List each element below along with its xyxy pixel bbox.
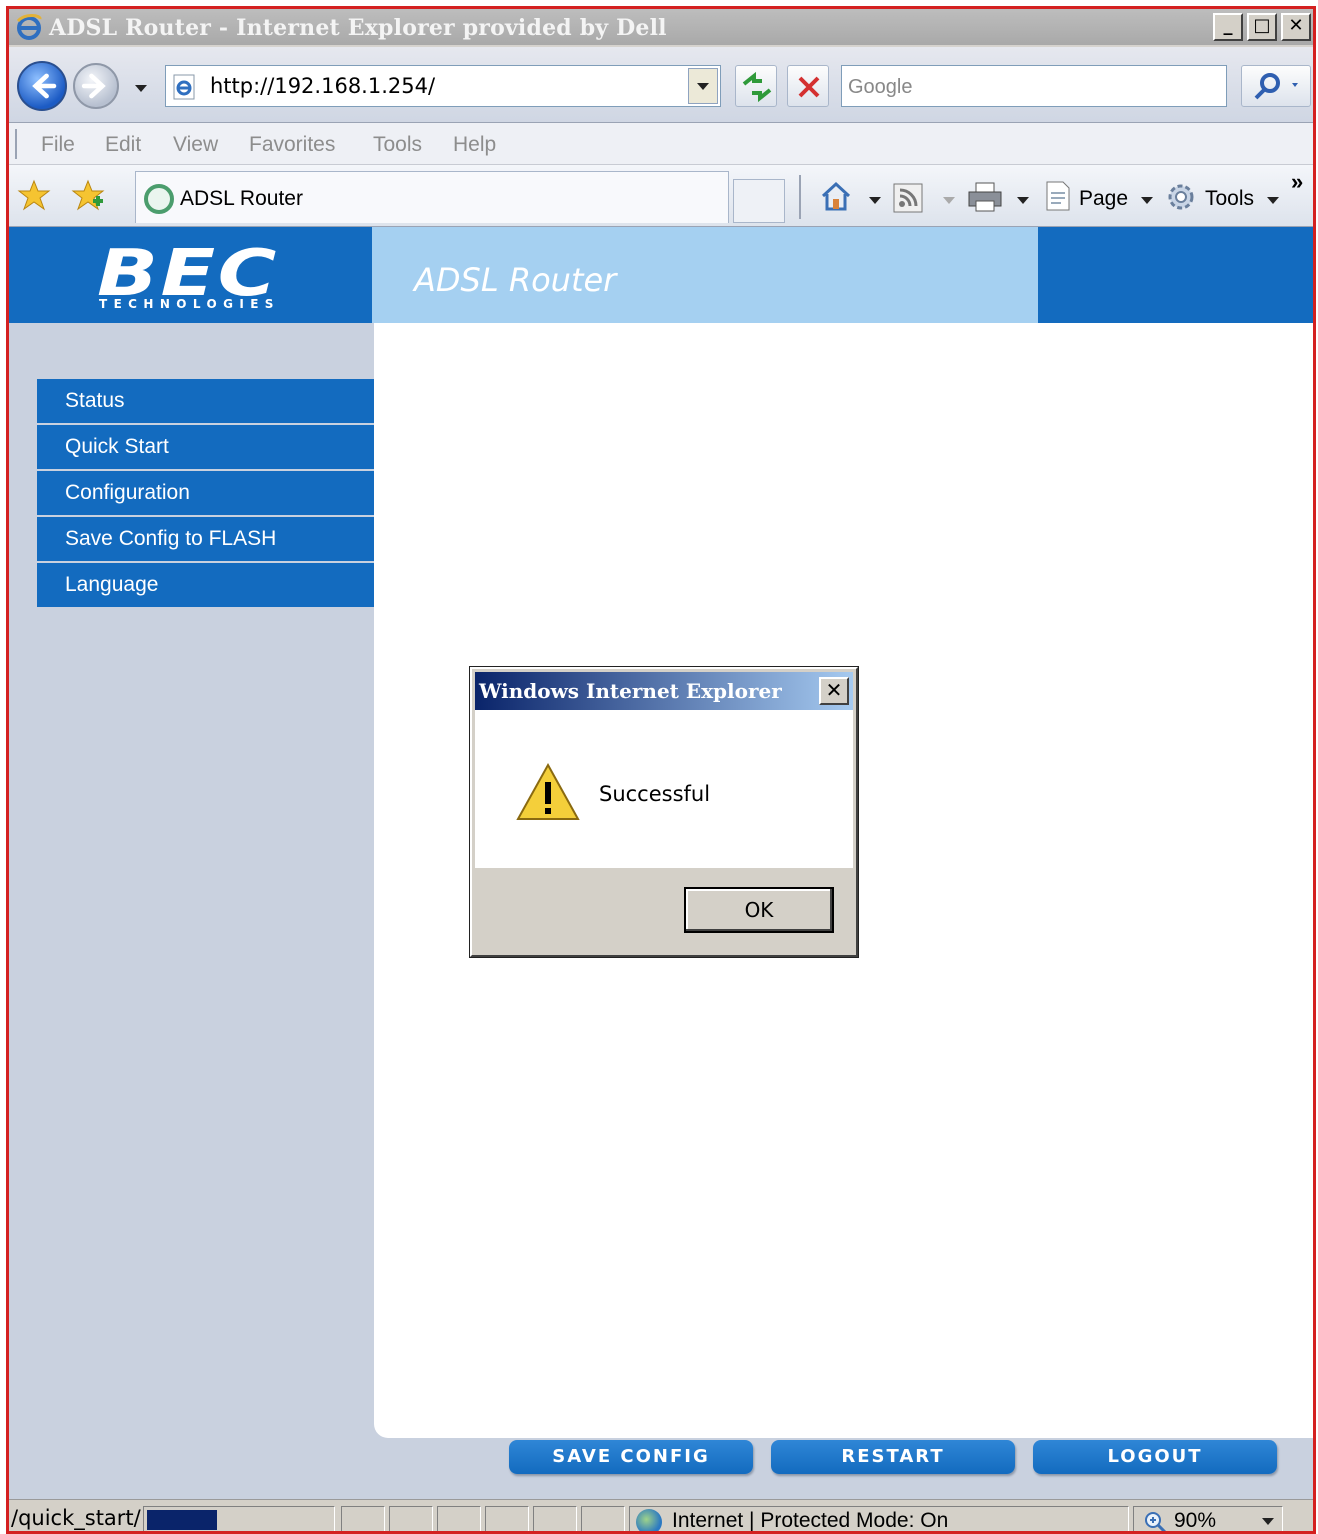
dialog-title: Windows Internet Explorer [479, 679, 782, 703]
sidebar-item-save-config[interactable]: Save Config to FLASH [37, 517, 374, 561]
browser-window: ADSL Router - Internet Explorer provided… [6, 6, 1316, 1534]
alert-dialog: Windows Internet Explorer ✕ Successful O… [469, 666, 859, 958]
zoom-control[interactable]: 90% [1133, 1506, 1283, 1532]
restart-button[interactable]: RESTART [771, 1440, 1015, 1474]
forward-arrow-icon [81, 73, 106, 99]
print-icon[interactable] [967, 181, 1003, 213]
status-bar: /quick_start/ Internet | Protected Mode:… [9, 1499, 1313, 1532]
home-icon[interactable] [819, 179, 853, 213]
dialog-body: Successful [475, 710, 853, 868]
page-title: ADSL Router [414, 261, 617, 299]
zone-label: Internet | Protected Mode: On [672, 1509, 949, 1532]
stop-x-icon [798, 76, 820, 98]
stop-button[interactable] [787, 65, 829, 107]
feeds-dropdown-icon[interactable] [943, 197, 955, 204]
page-menu-label[interactable]: Page [1079, 187, 1128, 211]
add-favorite-icon[interactable] [71, 179, 105, 213]
header-right-block [1038, 227, 1313, 323]
search-input[interactable]: Google [841, 65, 1227, 107]
search-icon [1254, 73, 1298, 100]
url-text[interactable]: http://192.168.1.254/ [210, 74, 435, 98]
security-zone[interactable]: Internet | Protected Mode: On [629, 1506, 1129, 1532]
status-cell [533, 1506, 577, 1531]
status-cell [341, 1506, 385, 1531]
chevron-more-icon[interactable]: » [1291, 169, 1303, 195]
menu-grip [15, 129, 17, 159]
gear-icon[interactable] [1165, 181, 1197, 213]
new-tab-button[interactable] [733, 179, 785, 223]
home-dropdown-icon[interactable] [869, 197, 881, 204]
sidebar-menu: Status Quick Start Configuration Save Co… [37, 379, 374, 609]
menu-bar: File Edit View Favorites Tools Help [9, 123, 1313, 165]
feeds-icon[interactable] [893, 183, 923, 213]
logout-button[interactable]: LOGOUT [1033, 1440, 1277, 1474]
tab-adsl-router[interactable]: ADSL Router [135, 171, 729, 223]
tools-menu-label[interactable]: Tools [1205, 187, 1254, 211]
ok-button[interactable]: OK [684, 887, 834, 933]
warning-icon [516, 762, 580, 820]
back-arrow-icon [32, 73, 57, 99]
forward-button[interactable] [73, 63, 119, 109]
dialog-message: Successful [599, 782, 711, 806]
logo-area: BEC TECHNOLOGIES [9, 227, 372, 323]
zoom-dropdown-icon[interactable] [1262, 1518, 1274, 1525]
menu-help[interactable]: Help [453, 133, 496, 157]
status-cell [581, 1506, 625, 1531]
tab-label: ADSL Router [180, 187, 303, 210]
menu-edit[interactable]: Edit [105, 133, 141, 157]
favorites-star-icon[interactable] [17, 179, 51, 213]
minimize-button[interactable]: _ [1213, 13, 1243, 41]
sidebar-item-quick-start[interactable]: Quick Start [37, 425, 374, 469]
progress-fill [147, 1510, 217, 1530]
search-placeholder: Google [848, 76, 913, 98]
menu-file[interactable]: File [41, 133, 75, 157]
loading-icon [144, 184, 174, 214]
globe-icon [636, 1509, 662, 1531]
command-bar: ADSL Router Page Tools » [9, 165, 1313, 227]
tools-dropdown-icon[interactable] [1267, 197, 1279, 204]
window-title: ADSL Router - Internet Explorer provided… [49, 15, 667, 41]
page-ie-icon [173, 74, 195, 100]
dialog-title-bar: Windows Internet Explorer ✕ [475, 672, 853, 710]
status-path: /quick_start/ [11, 1506, 141, 1530]
address-field[interactable]: http://192.168.1.254/ [165, 65, 721, 107]
progress-bar [143, 1506, 335, 1531]
toolbar-divider [799, 175, 801, 219]
header-banner: ADSL Router [372, 227, 1038, 323]
page-dropdown-icon[interactable] [1141, 197, 1153, 204]
search-button[interactable] [1241, 65, 1311, 107]
history-dropdown-icon[interactable] [135, 85, 147, 92]
address-dropdown-button[interactable] [688, 68, 718, 104]
menu-favorites[interactable]: Favorites [249, 133, 335, 157]
refresh-button[interactable] [735, 65, 777, 107]
status-cell [437, 1506, 481, 1531]
title-bar: ADSL Router - Internet Explorer provided… [9, 9, 1313, 45]
ie-logo-icon [16, 14, 42, 40]
sidebar-item-configuration[interactable]: Configuration [37, 471, 374, 515]
page-icon[interactable] [1041, 179, 1075, 213]
back-button[interactable] [17, 61, 67, 111]
bec-logo-subtitle: TECHNOLOGIES [99, 297, 280, 311]
zoom-level: 90% [1174, 1509, 1217, 1532]
status-cell [485, 1506, 529, 1531]
close-window-button[interactable]: ✕ [1281, 13, 1311, 41]
sidebar-item-status[interactable]: Status [37, 379, 374, 423]
dialog-close-button[interactable]: ✕ [819, 677, 849, 705]
chevron-down-icon [697, 83, 709, 90]
address-toolbar: http://192.168.1.254/ Google [9, 47, 1313, 123]
sidebar-item-language[interactable]: Language [37, 563, 374, 607]
menu-tools[interactable]: Tools [373, 133, 422, 157]
save-config-button[interactable]: SAVE CONFIG [509, 1440, 753, 1474]
print-dropdown-icon[interactable] [1017, 197, 1029, 204]
status-cell [389, 1506, 433, 1531]
zoom-icon [1145, 1512, 1167, 1531]
maximize-button[interactable]: □ [1247, 13, 1277, 41]
menu-view[interactable]: View [173, 133, 218, 157]
refresh-icon [742, 71, 772, 103]
